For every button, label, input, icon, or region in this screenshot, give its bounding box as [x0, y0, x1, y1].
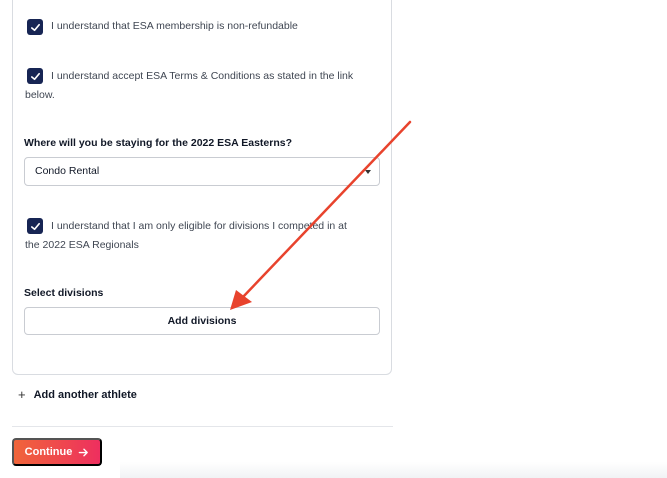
terms-conditions-checkbox[interactable] [27, 68, 43, 84]
divisions-eligibility-label-line1: I understand that I am only eligible for… [51, 220, 347, 232]
checkmark-icon [30, 23, 40, 31]
add-another-athlete-button[interactable]: + Add another athlete [18, 387, 137, 402]
plus-icon: + [18, 387, 26, 402]
continue-label: Continue [24, 446, 73, 458]
divisions-eligibility-label-line2: the 2022 ESA Regionals [25, 239, 139, 251]
membership-nonrefundable-checkbox[interactable] [27, 19, 43, 35]
terms-conditions-label-line2: below. [25, 89, 55, 101]
arrow-right-icon [79, 448, 89, 456]
select-divisions-label: Select divisions [24, 287, 104, 299]
stay-select-value: Condo Rental [35, 165, 100, 177]
checkmark-icon [30, 72, 40, 80]
terms-conditions-label-line1: I understand accept ESA Terms & Conditio… [51, 70, 354, 82]
add-another-athlete-label: Add another athlete [33, 388, 137, 401]
stay-select[interactable]: Condo Rental [24, 157, 380, 186]
add-divisions-button[interactable]: Add divisions [24, 307, 380, 335]
divisions-eligibility-checkbox[interactable] [27, 218, 43, 234]
chevron-down-icon [365, 170, 371, 174]
stay-question-label: Where will you be staying for the 2022 E… [24, 137, 293, 149]
footer-shadow [120, 462, 667, 478]
membership-nonrefundable-label: I understand that ESA membership is non-… [51, 20, 298, 32]
checkmark-icon [30, 222, 40, 230]
continue-button[interactable]: Continue [12, 438, 102, 466]
section-divider [12, 426, 393, 427]
